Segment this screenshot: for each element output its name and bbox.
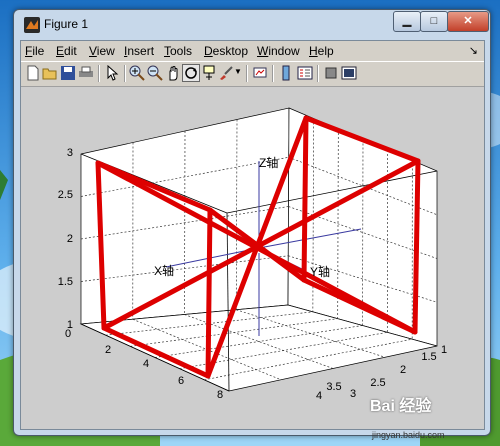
pan-icon[interactable] <box>165 65 181 81</box>
matlab-app-icon <box>24 17 40 33</box>
brush-icon[interactable] <box>218 65 234 81</box>
x-tick-label: 4 <box>143 358 149 370</box>
legend-icon[interactable] <box>297 65 313 81</box>
y-tick-label: 3.5 <box>326 381 341 393</box>
menu-insert[interactable]: Insert <box>124 44 154 58</box>
zoom-in-icon[interactable] <box>129 65 145 81</box>
z-tick-label: 1.5 <box>58 276 73 288</box>
z-tick-label: 2 <box>67 233 73 245</box>
brush-dropdown-icon[interactable]: ▼ <box>234 67 242 76</box>
baidu-watermark-url: jingyan.baidu.com <box>372 430 445 440</box>
print-figure-icon[interactable] <box>78 65 94 81</box>
baidu-watermark-logo: Bai 经验 <box>370 398 432 415</box>
zoom-out-icon[interactable] <box>147 65 163 81</box>
figure-window: Figure 1 ▁ □ ✕ File Edit View Insert Too… <box>13 9 491 436</box>
figure-canvas[interactable]: 1 1.5 2 2.5 3 1 1.5 2 2.5 3 3.5 4 0 2 4 6 8 Z轴 X轴 Y轴 <box>21 87 484 429</box>
menu-window[interactable]: Window <box>257 44 300 58</box>
y-axis-label: Y轴 <box>310 264 330 279</box>
menu-bar: File Edit View Insert Tools Desktop Wind… <box>21 41 484 60</box>
z-tick-label: 3 <box>67 147 73 159</box>
y-tick-label: 1.5 <box>421 351 436 363</box>
toolbar-separator <box>246 65 248 82</box>
x-tick-label: 8 <box>217 389 223 401</box>
x-tick-label: 6 <box>178 375 184 387</box>
rotate-3d-icon[interactable] <box>182 64 200 82</box>
y-tick-label: 2.5 <box>370 377 385 389</box>
new-figure-icon[interactable] <box>25 65 41 81</box>
edit-plot-icon[interactable] <box>104 65 120 81</box>
figure-toolbar: ▼ <box>21 61 484 87</box>
minimize-button[interactable]: ▁ <box>393 11 421 32</box>
figure-client-area: File Edit View Insert Tools Desktop Wind… <box>20 40 485 430</box>
axes-3d[interactable]: 11.522.5311.522.533.5402468Z轴X轴 Y轴 <box>21 87 484 429</box>
toolbar-separator <box>317 65 319 82</box>
maximize-button[interactable]: □ <box>420 11 448 32</box>
toolbar-separator <box>124 65 126 82</box>
y-tick-label: 3 <box>350 388 356 400</box>
link-plot-icon[interactable] <box>252 65 268 81</box>
red-plot-line <box>205 207 213 379</box>
window-title: Figure 1 <box>44 17 89 31</box>
x-tick-label: 0 <box>65 328 71 340</box>
y-tick-label: 4 <box>316 390 322 402</box>
toolbar-separator <box>272 65 274 82</box>
menu-file[interactable]: File <box>25 44 44 58</box>
data-cursor-icon[interactable] <box>201 65 217 81</box>
red-plot-line <box>412 158 421 335</box>
dock-figure-icon[interactable]: ↘ <box>469 44 478 57</box>
colorbar-icon[interactable] <box>278 65 294 81</box>
menu-desktop[interactable]: Desktop <box>204 44 248 58</box>
z-axis-label: Z轴 <box>259 155 278 170</box>
menu-edit[interactable]: Edit <box>56 44 77 58</box>
red-plot-line <box>301 115 309 283</box>
menu-help[interactable]: Help <box>309 44 334 58</box>
title-bar[interactable]: Figure 1 ▁ □ ✕ <box>14 10 490 40</box>
hide-plot-tools-icon[interactable] <box>323 65 339 81</box>
x-axis-label: X轴 <box>154 263 174 278</box>
close-button[interactable]: ✕ <box>447 11 489 32</box>
toolbar-separator <box>98 65 100 82</box>
y-tick-label: 1 <box>441 344 447 356</box>
show-plot-tools-icon[interactable] <box>341 65 357 81</box>
menu-tools[interactable]: Tools <box>164 44 192 58</box>
z-tick-label: 2.5 <box>58 189 73 201</box>
menu-view[interactable]: View <box>89 44 115 58</box>
y-tick-label: 2 <box>400 364 406 376</box>
x-tick-label: 2 <box>105 344 111 356</box>
open-file-icon[interactable] <box>42 65 58 81</box>
save-figure-icon[interactable] <box>60 65 76 81</box>
